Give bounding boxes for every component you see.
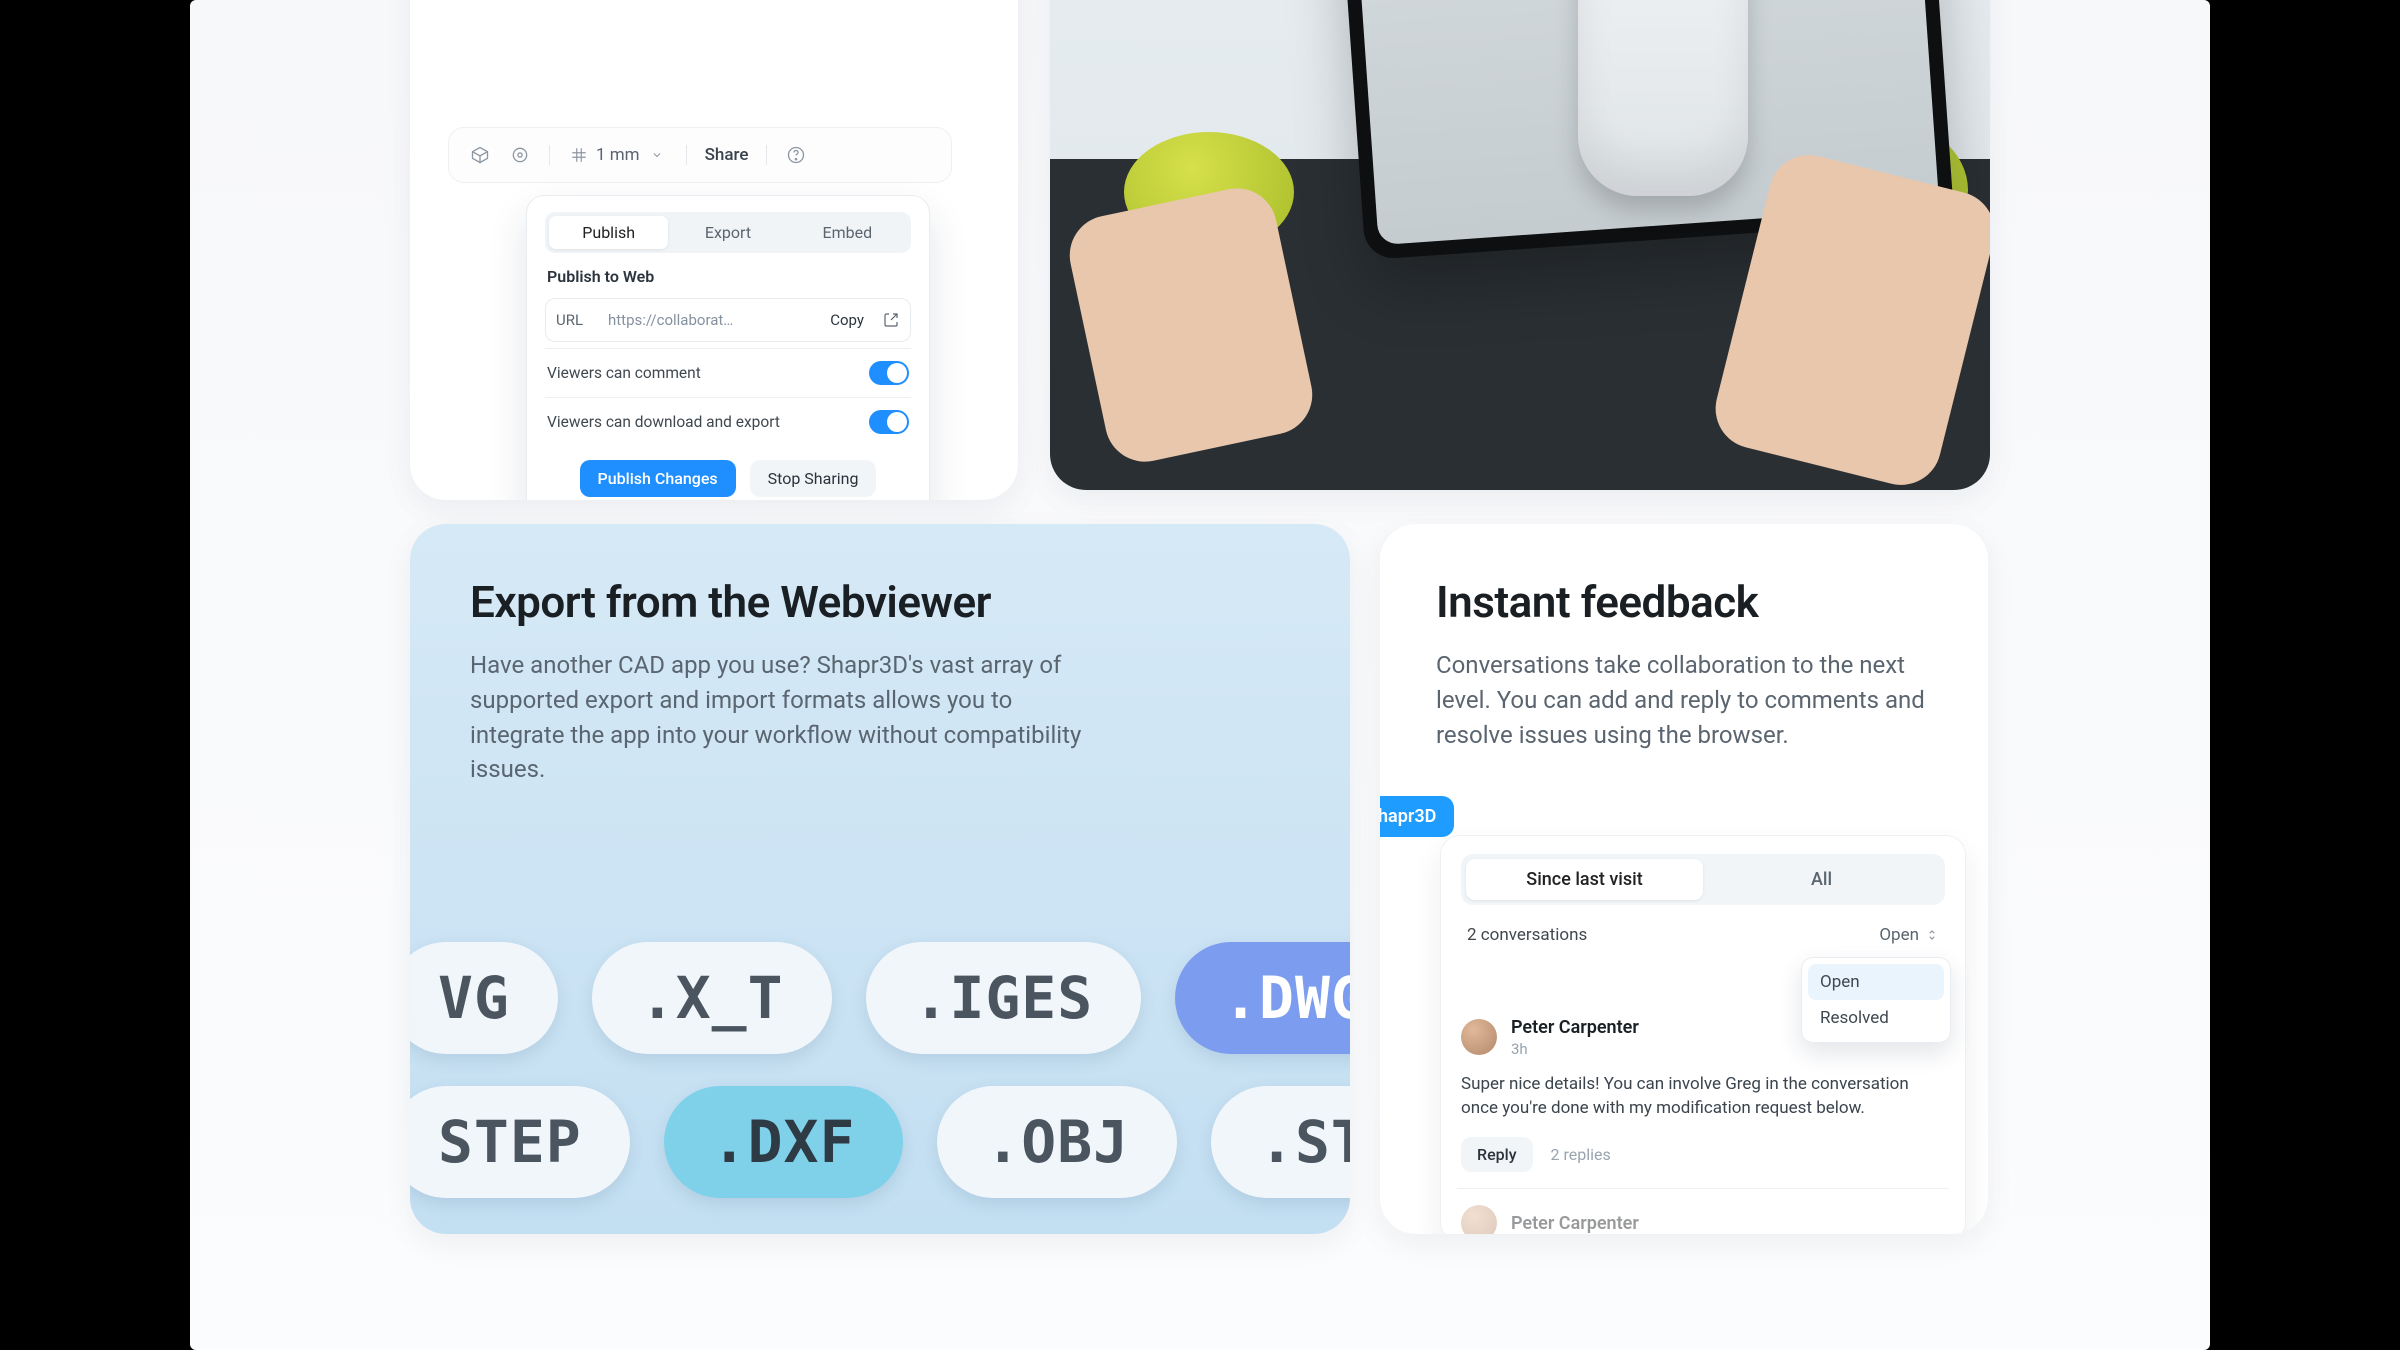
comment-time: 3h: [1511, 1040, 1639, 1058]
format-pill: .IGES: [866, 942, 1142, 1054]
popover-actions: Publish Changes Stop Sharing: [545, 460, 911, 497]
export-row-1: VG .X_T .IGES .DWG: [410, 942, 1350, 1054]
feedback-subheader: 2 conversations Open Open Resolved: [1461, 921, 1945, 959]
export-pills: VG .X_T .IGES .DWG STEP .DXF .OBJ .ST: [410, 942, 1350, 1198]
share-tabs: Publish Export Embed: [545, 212, 911, 253]
open-external-icon[interactable]: [882, 311, 900, 329]
status-filter[interactable]: Open: [1879, 925, 1939, 945]
feedback-title: Instant feedback: [1436, 576, 1932, 628]
format-pill-dxf: .DXF: [664, 1086, 904, 1198]
menu-resolved[interactable]: Resolved: [1808, 1000, 1944, 1036]
export-title: Export from the Webviewer: [470, 576, 1290, 628]
tab-all[interactable]: All: [1703, 859, 1940, 900]
comment-next: Peter Carpenter: [1461, 1189, 1945, 1234]
target-icon: [509, 144, 531, 166]
comment-body: Super nice details! You can involve Greg…: [1461, 1072, 1945, 1121]
comment-author: Peter Carpenter: [1511, 1017, 1639, 1038]
feedback-panel: Since last visit All 2 conversations Ope…: [1440, 835, 1966, 1234]
feedback-tabs: Since last visit All: [1461, 854, 1945, 905]
brand-badge: hapr3D: [1380, 796, 1454, 837]
share-mock: 1 mm Share Publish Export: [448, 127, 952, 500]
export-row-2: STEP .DXF .OBJ .ST: [410, 1086, 1350, 1198]
toggle-comment[interactable]: [869, 361, 909, 385]
export-card: Export from the Webviewer Have another C…: [410, 524, 1350, 1234]
stop-sharing-button[interactable]: Stop Sharing: [750, 460, 877, 497]
tab-export[interactable]: Export: [668, 216, 787, 249]
reply-count[interactable]: 2 replies: [1551, 1145, 1611, 1164]
box-icon: [469, 144, 491, 166]
ar-scene: [1050, 0, 1990, 490]
reply-button[interactable]: Reply: [1461, 1137, 1533, 1172]
toggle-download[interactable]: [869, 410, 909, 434]
menu-open[interactable]: Open: [1808, 964, 1944, 1000]
publish-section-title: Publish to Web: [547, 267, 911, 286]
url-label: URL: [556, 311, 598, 329]
ar-device: [1578, 0, 1748, 196]
option-label: Viewers can comment: [547, 364, 701, 382]
status-menu: Open Resolved: [1801, 957, 1951, 1043]
feedback-ui: hapr3D Since last visit All 2 conversati…: [1380, 796, 1966, 1234]
copy-button[interactable]: Copy: [822, 307, 872, 333]
chevron-down-icon: [646, 144, 668, 166]
format-pill: STEP: [410, 1086, 630, 1198]
share-card: needing to install any special software …: [410, 0, 1018, 500]
export-body: Have another CAD app you use? Shapr3D's …: [470, 648, 1110, 787]
share-popover: Publish Export Embed Publish to Web URL …: [526, 195, 930, 500]
format-pill: .ST: [1211, 1086, 1350, 1198]
format-pill: .X_T: [592, 942, 832, 1054]
conversation-count: 2 conversations: [1467, 925, 1587, 945]
sort-icon: [1925, 928, 1939, 942]
format-pill: VG: [410, 942, 558, 1054]
share-button[interactable]: Share: [705, 145, 749, 165]
grid-icon: [568, 144, 590, 166]
tab-since-last-visit[interactable]: Since last visit: [1466, 859, 1703, 900]
toolbar-separator: [766, 145, 767, 165]
option-viewers-download: Viewers can download and export: [545, 397, 911, 446]
avatar: [1461, 1205, 1497, 1234]
toolbar-separator: [686, 145, 687, 165]
unit-label: 1 mm: [596, 145, 640, 165]
format-pill-dwg: .DWG: [1175, 942, 1350, 1054]
publish-changes-button[interactable]: Publish Changes: [580, 460, 736, 497]
comment-actions: Reply 2 replies: [1461, 1137, 1945, 1172]
format-pill: .OBJ: [937, 1086, 1177, 1198]
comment-author: Peter Carpenter: [1511, 1213, 1639, 1234]
ar-image-card: [1050, 0, 1990, 490]
option-viewers-comment: Viewers can comment: [545, 348, 911, 397]
feedback-body: Conversations take collaboration to the …: [1436, 648, 1932, 752]
help-icon[interactable]: [785, 144, 807, 166]
avatar: [1461, 1019, 1497, 1055]
filter-label: Open: [1879, 925, 1919, 945]
tab-publish[interactable]: Publish: [549, 216, 668, 249]
unit-dropdown[interactable]: 1 mm: [568, 144, 668, 166]
comment-header: Peter Carpenter: [1461, 1205, 1945, 1234]
feedback-card: Instant feedback Conversations take coll…: [1380, 524, 1988, 1234]
toolbar-separator: [549, 145, 550, 165]
share-toolbar: 1 mm Share: [448, 127, 952, 183]
url-row: URL https://collaborat… Copy: [545, 298, 911, 342]
url-value[interactable]: https://collaborat…: [608, 311, 812, 329]
tab-embed[interactable]: Embed: [788, 216, 907, 249]
option-label: Viewers can download and export: [547, 413, 780, 431]
